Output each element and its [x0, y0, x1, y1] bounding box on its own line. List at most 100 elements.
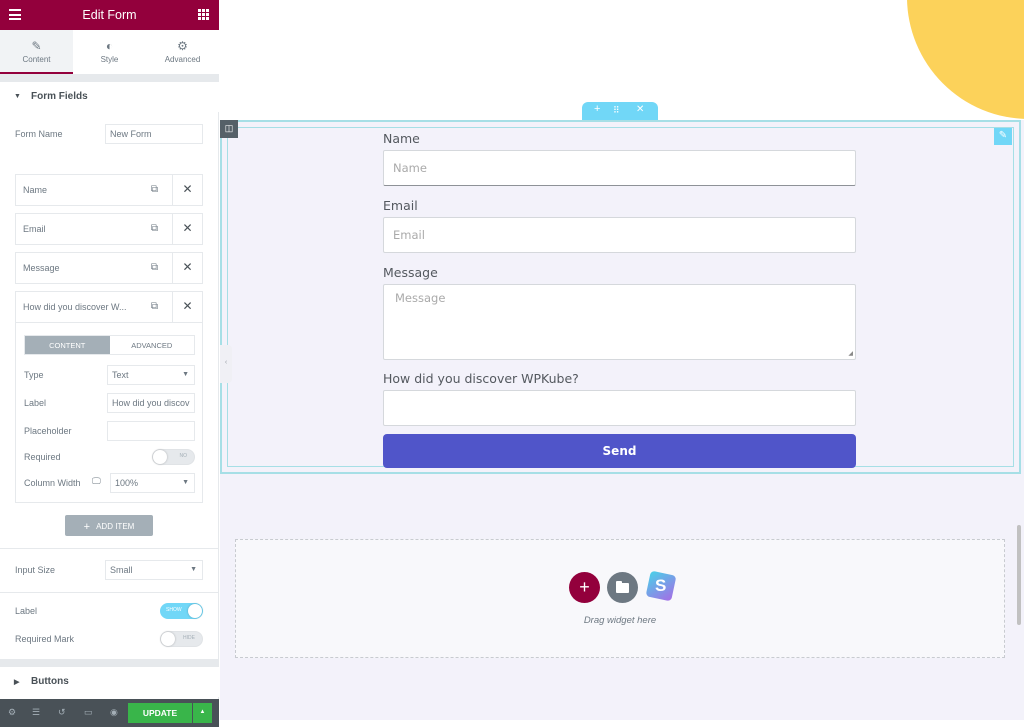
half-circle-icon: ◐ [105, 39, 114, 53]
section-separator [0, 659, 219, 667]
label-toggle[interactable]: SHOW [160, 603, 203, 619]
pencil-icon: ✎ [31, 39, 42, 53]
collapse-panel-handle[interactable]: ‹ [220, 345, 232, 383]
caret-up-icon: ▲ [199, 709, 206, 715]
update-options-button[interactable]: ▲ [193, 703, 212, 723]
grid-icon[interactable] [198, 9, 209, 20]
s-logo-icon: S [655, 576, 667, 595]
editor-panel: Edit Form ✎ Content ◐ Style ⚙ Advanced ▼… [0, 0, 219, 727]
widget-drop-zone[interactable]: + S Drag widget here [235, 539, 1005, 658]
duplicate-icon[interactable]: ⧉ [139, 292, 170, 322]
repeater-item-title: How did you discover W... [23, 302, 127, 312]
toggle-text: NO [179, 453, 188, 459]
required-mark-label: Required Mark [15, 634, 75, 644]
type-select[interactable]: Text ▼ [107, 365, 195, 385]
panel-footer: ⚙ ☰ ↺ ▭ ◉ UPDATE ▲ [0, 699, 219, 727]
duplicate-icon[interactable]: ⧉ [139, 175, 170, 205]
gear-icon: ⚙ [177, 39, 188, 53]
label-input[interactable]: How did you discov [107, 393, 195, 413]
caret-down-icon: ▼ [14, 93, 21, 100]
chevron-down-icon: ▼ [182, 479, 189, 486]
input-size-value: Small [110, 565, 133, 575]
field-tab-content[interactable]: CONTENT [25, 336, 110, 354]
email-input[interactable]: Email [383, 217, 856, 253]
send-button[interactable]: Send [383, 434, 856, 468]
close-icon[interactable]: ✕ [172, 253, 202, 283]
repeater-item-title: Message [23, 263, 60, 273]
field-label-name: Name [383, 131, 420, 146]
type-label: Type [24, 370, 44, 380]
folder-icon [616, 581, 629, 593]
toggle-text: SHOW [166, 607, 182, 613]
duplicate-icon[interactable]: ⧉ [139, 214, 170, 244]
field-label-message: Message [383, 265, 438, 280]
repeater-item[interactable]: Email ⧉ ✕ [15, 213, 203, 245]
update-button[interactable]: UPDATE [128, 703, 192, 723]
required-toggle[interactable]: NO [152, 449, 195, 465]
responsive-icon[interactable]: ▭ [84, 707, 93, 718]
type-value: Text [112, 370, 129, 380]
message-textarea[interactable]: Message ◢ [383, 284, 856, 360]
section-buttons[interactable]: ▶ Buttons [0, 667, 219, 697]
column-width-select[interactable]: 100% ▼ [110, 473, 195, 493]
repeater-item-settings: CONTENT ADVANCED Type Text ▼ Label How d… [15, 323, 203, 503]
placeholder-input[interactable] [107, 421, 195, 441]
repeater-item[interactable]: Name ⧉ ✕ [15, 174, 203, 206]
toggle-knob [188, 604, 202, 618]
add-section-icon[interactable]: + [594, 103, 600, 115]
close-icon[interactable]: ✕ [172, 175, 202, 205]
add-item-label: ADD ITEM [96, 522, 135, 531]
section-form-fields[interactable]: ▼ Form Fields [0, 82, 219, 112]
delete-section-icon[interactable]: ✕ [636, 104, 644, 115]
drag-icon[interactable]: ⠿ [613, 105, 620, 116]
field-tabs: CONTENT ADVANCED [24, 335, 195, 355]
tab-content[interactable]: ✎ Content [0, 30, 73, 74]
preview-canvas: + ⠿ ✕ ◫ ✎ ‹ Name Name Email Email Messag… [220, 0, 1024, 727]
form-name-label: Form Name [15, 129, 63, 139]
toggle-knob [161, 632, 175, 646]
toggle-knob [153, 450, 167, 464]
tab-advanced-label: Advanced [164, 55, 201, 64]
name-input[interactable]: Name [383, 150, 856, 186]
decorative-circle [907, 0, 1024, 119]
repeater-item-title: Name [23, 185, 48, 195]
panel-tabs: ✎ Content ◐ Style ⚙ Advanced [0, 30, 219, 74]
column-width-value: 100% [115, 478, 139, 488]
close-icon[interactable]: ✕ [172, 214, 202, 244]
template-library-button[interactable] [607, 572, 638, 603]
close-icon[interactable]: ✕ [172, 292, 202, 322]
edit-widget-icon[interactable]: ✎ [994, 128, 1012, 145]
history-icon[interactable]: ↺ [58, 707, 66, 718]
required-mark-toggle[interactable]: HIDE [160, 631, 203, 647]
plus-icon: + [83, 521, 91, 533]
tab-style-label: Style [100, 55, 119, 64]
add-item-button[interactable]: + ADD ITEM [65, 515, 153, 536]
section-handle[interactable]: + ⠿ ✕ [582, 102, 658, 120]
add-section-button[interactable]: + [569, 572, 600, 603]
field-label-discover: How did you discover WPKube? [383, 371, 579, 386]
drop-zone-text: Drag widget here [583, 615, 657, 626]
starter-templates-button[interactable]: S [645, 570, 677, 602]
duplicate-icon[interactable]: ⧉ [139, 253, 170, 283]
tab-style[interactable]: ◐ Style [73, 30, 146, 74]
placeholder-label: Placeholder [24, 426, 72, 436]
toggle-text: HIDE [183, 635, 195, 641]
settings-icon[interactable]: ⚙ [8, 707, 16, 718]
column-icon[interactable]: ◫ [220, 120, 238, 138]
tab-advanced[interactable]: ⚙ Advanced [146, 30, 219, 74]
resize-grip-icon[interactable]: ◢ [848, 350, 853, 357]
discover-input[interactable] [383, 390, 856, 426]
tab-separator [0, 74, 219, 82]
desktop-icon[interactable]: 🖵 [92, 476, 101, 487]
form-name-input[interactable]: New Form [105, 124, 203, 144]
layers-icon[interactable]: ☰ [32, 707, 40, 718]
canvas-scrollbar[interactable] [1017, 525, 1021, 625]
repeater-item-title: Email [23, 224, 46, 234]
preview-icon[interactable]: ◉ [110, 707, 118, 718]
canvas-bottom [220, 720, 1024, 727]
divider [0, 592, 219, 593]
input-size-select[interactable]: Small ▼ [105, 560, 203, 580]
repeater-item[interactable]: Message ⧉ ✕ [15, 252, 203, 284]
field-tab-advanced[interactable]: ADVANCED [110, 336, 195, 354]
repeater-item[interactable]: How did you discover W... ⧉ ✕ [15, 291, 203, 323]
